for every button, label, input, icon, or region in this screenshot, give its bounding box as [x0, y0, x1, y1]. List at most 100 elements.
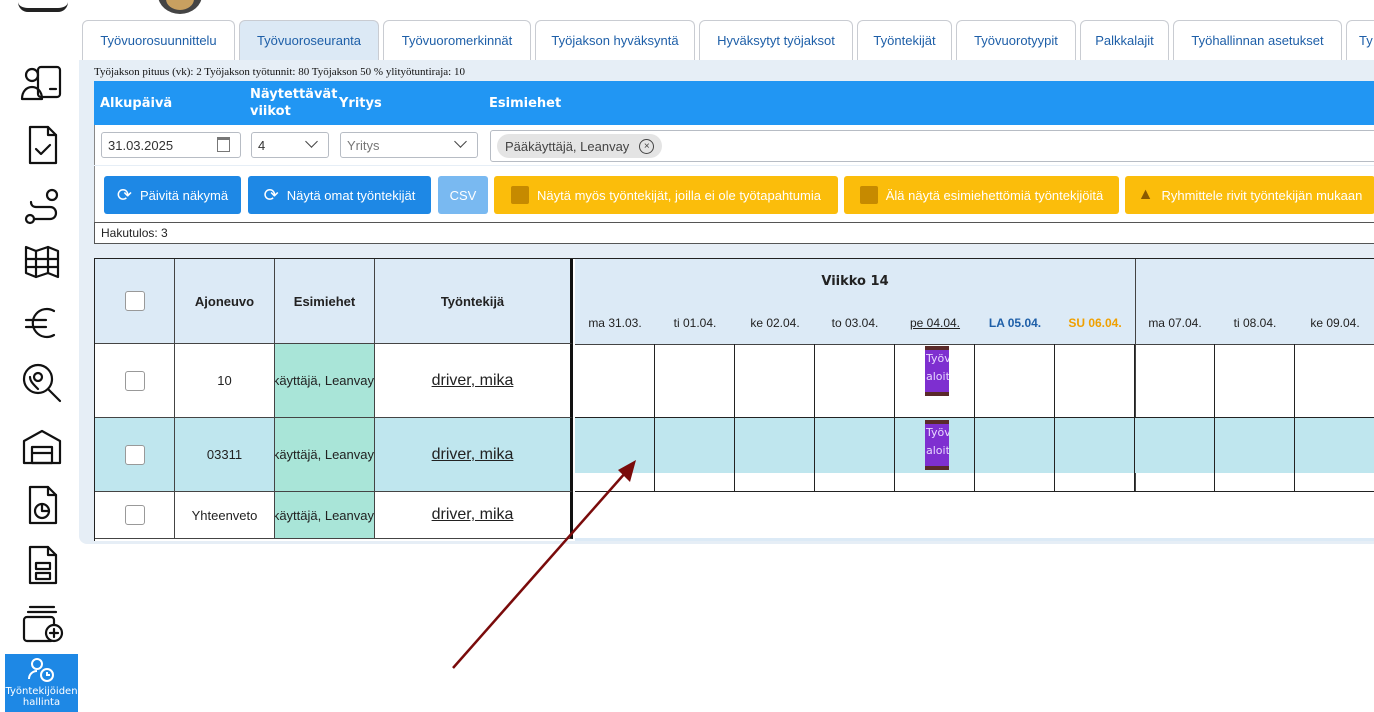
- manager-cell: Pääkäyttäjä, Leanvay: [275, 492, 375, 539]
- start-date-value: 31.03.2025: [108, 137, 174, 153]
- manager-text: Pääkäyttäjä, Leanvay: [275, 447, 374, 462]
- day-cell[interactable]: [1295, 418, 1374, 492]
- start-date-label: Alkupäivä: [100, 96, 173, 111]
- day-header: SU 06.04.: [1068, 316, 1122, 330]
- tab-shift-entries[interactable]: Työvuoromerkinnät: [383, 20, 531, 60]
- weeks-value: 4: [258, 137, 266, 153]
- event-text: Työv: [926, 352, 949, 365]
- shift-event[interactable]: Työv aloit: [925, 346, 949, 396]
- employee-header[interactable]: Työntekijä: [375, 259, 573, 344]
- garage-icon[interactable]: [14, 422, 70, 472]
- row-checkbox[interactable]: [124, 444, 145, 465]
- day-cell[interactable]: [1215, 418, 1295, 492]
- day-cell[interactable]: [1295, 344, 1374, 418]
- pin-icon: ▲: [1137, 186, 1154, 203]
- managers-multiselect[interactable]: Pääkäyttäjä, Leanvay ×: [490, 130, 1374, 162]
- filter-inputs: 31.03.2025 4 Yritys Pääkäyttäjä, Leanvay…: [94, 125, 1374, 165]
- show-all-employees-button[interactable]: Näytä myös työntekijät, joilla ei ole ty…: [494, 176, 838, 214]
- filter-header: Alkupäivä Näytettävät viikot Yritys Esim…: [94, 81, 1374, 125]
- euro-icon[interactable]: [14, 298, 70, 348]
- sidebar-item-employee-management[interactable]: Työntekijöiden hallinta: [5, 654, 78, 712]
- start-date-field[interactable]: 31.03.2025: [101, 132, 241, 158]
- user-avatar[interactable]: [158, 0, 202, 14]
- calendar-bottom-strip: [575, 538, 1374, 541]
- weeks-select[interactable]: 4: [251, 132, 329, 158]
- manager-chip-label: Pääkäyttäjä, Leanvay: [505, 138, 630, 154]
- folder-add-icon[interactable]: [14, 598, 70, 648]
- day-cell[interactable]: [1135, 418, 1215, 492]
- day-cell[interactable]: [735, 344, 815, 418]
- tab-employees[interactable]: Työntekijät: [857, 20, 952, 60]
- calendar-icon[interactable]: [217, 137, 230, 152]
- action-buttons: ⟳ Päivitä näkymä ⟳ Näytä omat työntekijät …: [94, 166, 1374, 222]
- document-list-icon[interactable]: [14, 540, 70, 590]
- sidebar-active-label-1: Työntekijöiden: [5, 686, 78, 697]
- employee-cell: driver, mika: [375, 344, 573, 418]
- day-cell[interactable]: [655, 344, 735, 418]
- day-cell[interactable]: [975, 344, 1055, 418]
- company-placeholder: Yritys: [347, 137, 380, 153]
- tab-pay-types[interactable]: Palkkalajit: [1080, 20, 1169, 60]
- vehicle-cell: 10: [175, 344, 275, 418]
- day-cell[interactable]: [575, 344, 655, 418]
- day-cell[interactable]: [815, 418, 895, 492]
- calendar-icon: [511, 186, 529, 204]
- refresh-button[interactable]: ⟳ Päivitä näkymä: [104, 176, 241, 214]
- user-clock-icon: [27, 658, 54, 682]
- tab-shift-planning[interactable]: Työvuorosuunnittelu: [82, 20, 235, 60]
- week-label: Viikko 14: [821, 274, 889, 289]
- remove-chip-icon[interactable]: ×: [639, 138, 655, 154]
- report-chart-icon[interactable]: [14, 480, 70, 530]
- tab-overflow[interactable]: Ty: [1346, 20, 1374, 60]
- logo-fragment: [18, 0, 68, 12]
- company-label: Yritys: [339, 96, 382, 111]
- day-header: ke 09.04.: [1310, 316, 1360, 330]
- tab-approved-periods[interactable]: Hyväksytyt työjaksot: [699, 20, 853, 60]
- vehicle-header[interactable]: Ajoneuvo: [175, 259, 275, 344]
- hide-nomanager-button[interactable]: Älä näytä esimiehettömiä työntekijöitä: [844, 176, 1119, 214]
- day-cell[interactable]: [655, 418, 735, 492]
- group-rows-button[interactable]: ▲ Ryhmittele rivit työntekijän mukaan: [1125, 176, 1374, 214]
- map-icon[interactable]: [14, 236, 70, 286]
- employee-link[interactable]: driver, mika: [432, 372, 514, 390]
- refresh-label: Päivitä näkymä: [139, 187, 229, 203]
- day-cell[interactable]: [975, 418, 1055, 492]
- calendar-header: [575, 259, 1374, 345]
- managers-header[interactable]: Esimiehet: [275, 259, 375, 344]
- company-select[interactable]: Yritys: [340, 132, 478, 158]
- day-cell[interactable]: [815, 344, 895, 418]
- vehicle-cell: Yhteenveto: [175, 492, 275, 539]
- weeks-label-2: viikot: [250, 104, 291, 119]
- row-checkbox-cell: [95, 492, 175, 539]
- tab-period-approval[interactable]: Työjakson hyväksyntä: [535, 20, 695, 60]
- shift-event[interactable]: Työv aloit: [925, 420, 949, 470]
- day-cell[interactable]: [1215, 344, 1295, 418]
- tab-work-settings[interactable]: Työhallinnan asetukset: [1173, 20, 1342, 60]
- manager-cell: Pääkäyttäjä, Leanvay: [275, 344, 375, 418]
- day-header: ma 31.03.: [588, 316, 642, 330]
- annotation-arrow: [452, 460, 636, 669]
- own-employees-button[interactable]: ⟳ Näytä omat työntekijät: [248, 176, 431, 214]
- row-checkbox[interactable]: [124, 370, 145, 391]
- event-text: aloit: [926, 370, 949, 383]
- day-cell[interactable]: [1055, 344, 1135, 418]
- document-check-icon[interactable]: [14, 120, 70, 170]
- csv-button[interactable]: CSV: [438, 176, 488, 214]
- event-text: aloit: [926, 444, 949, 457]
- tab-shift-types[interactable]: Työvuorotyypit: [956, 20, 1076, 60]
- row-checkbox[interactable]: [124, 505, 145, 525]
- row-checkbox-cell: [95, 344, 175, 418]
- chevron-down-icon: [305, 135, 318, 148]
- tab-shift-tracking[interactable]: Työvuoroseuranta: [239, 20, 379, 60]
- day-header: to 03.04.: [831, 316, 879, 330]
- select-all-checkbox[interactable]: [124, 291, 145, 311]
- day-cell[interactable]: [735, 418, 815, 492]
- calendar-icon: [859, 186, 878, 204]
- route-icon[interactable]: [14, 182, 70, 232]
- chevron-down-icon: [454, 135, 467, 148]
- day-cell[interactable]: [1055, 418, 1135, 492]
- day-cell[interactable]: [1135, 344, 1215, 418]
- row-checkbox-cell: [95, 418, 175, 492]
- location-search-icon[interactable]: [14, 358, 70, 408]
- driver-card-icon[interactable]: [14, 58, 70, 108]
